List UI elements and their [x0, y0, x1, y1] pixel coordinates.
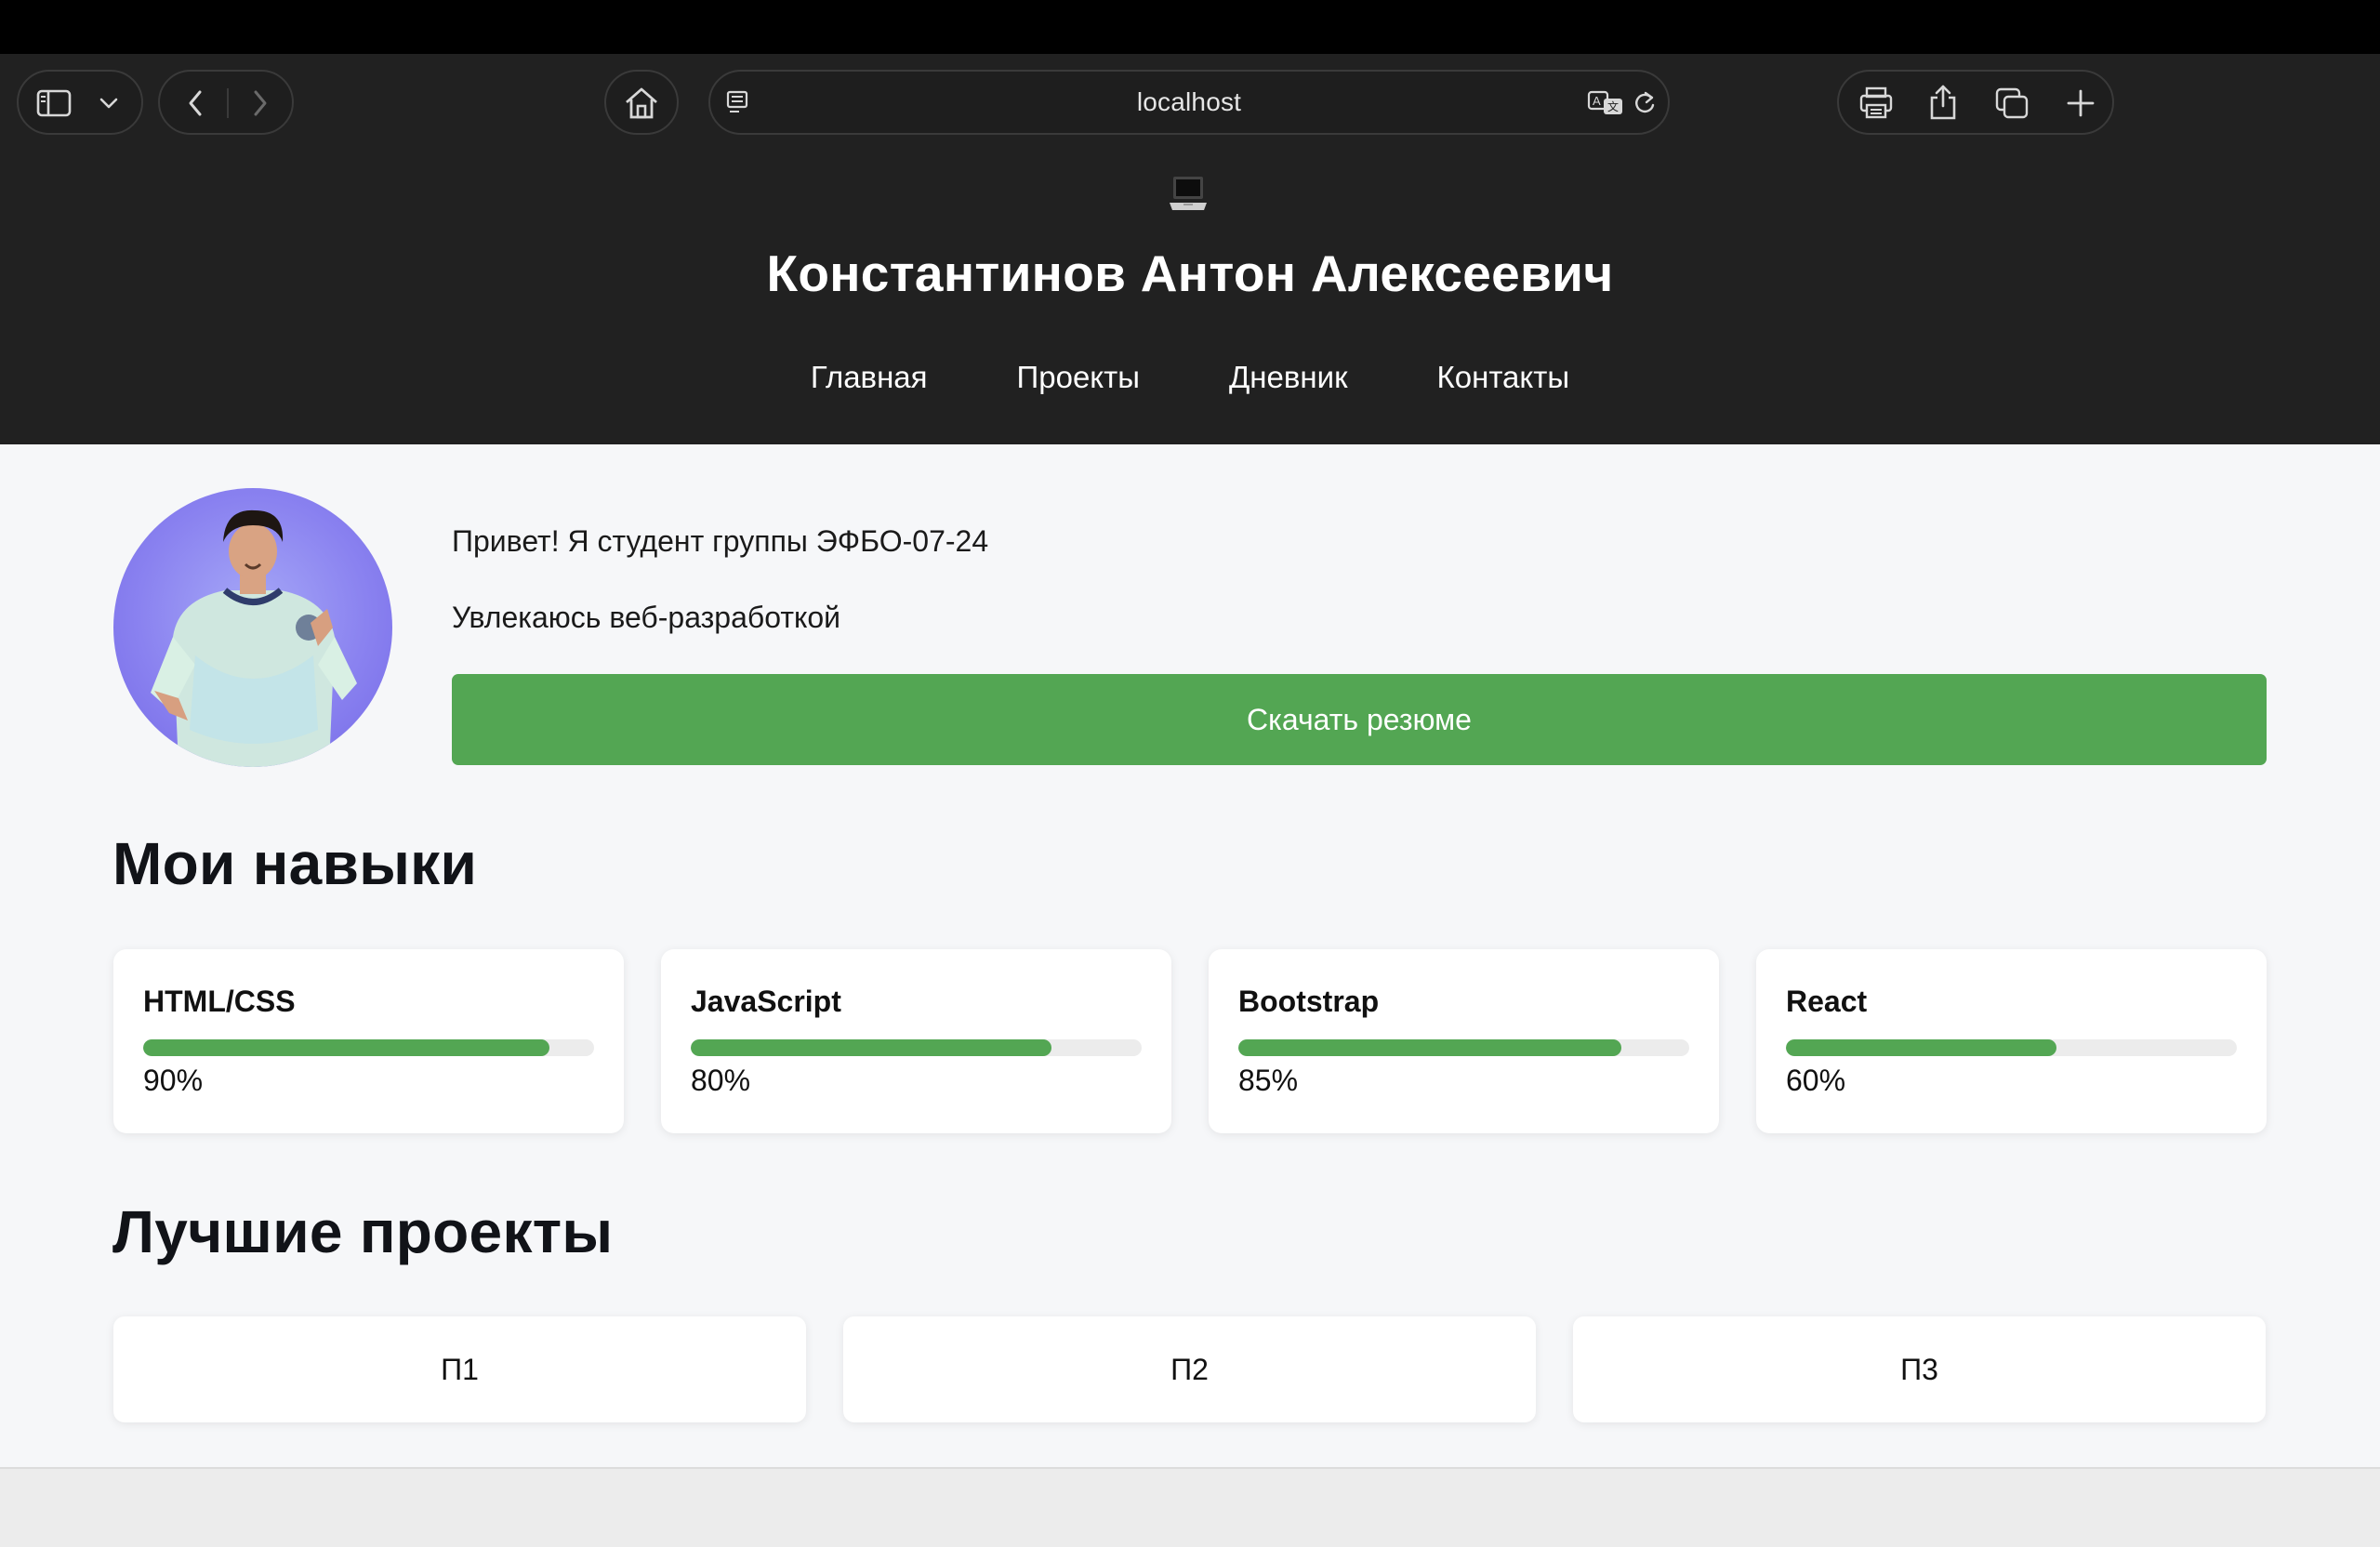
main-content: Привет! Я студент группы ЭФБО-07-24 Увле…	[0, 444, 2380, 1467]
chevron-down-icon[interactable]	[95, 90, 123, 116]
translate-icon[interactable]: A文	[1586, 88, 1625, 118]
site-header: Константинов Антон Алексеевич Главная Пр…	[0, 151, 2380, 444]
reload-icon[interactable]	[1631, 88, 1659, 118]
address-text[interactable]: localhost	[710, 72, 1668, 133]
sidebar-icon[interactable]	[35, 86, 73, 120]
nav-contacts[interactable]: Контакты	[1437, 360, 1570, 395]
skill-percent: 85%	[1238, 1064, 1299, 1097]
skill-percent: 90%	[143, 1064, 204, 1097]
project-card-1[interactable]: П1	[113, 1316, 806, 1422]
menu-bar-strip	[0, 0, 2380, 54]
download-resume-button[interactable]: Скачать резюме	[452, 674, 2267, 765]
projects-heading: Лучшие проекты	[112, 1198, 614, 1265]
project-card-2[interactable]: П2	[843, 1316, 1536, 1422]
address-bar[interactable]: localhost A文	[708, 70, 1670, 135]
skill-progress-fill	[1786, 1039, 2056, 1056]
skill-progress-track	[1786, 1039, 2237, 1056]
skill-card: React 60%	[1756, 949, 2267, 1133]
sidebar-controls	[17, 70, 143, 135]
page-actions	[1837, 70, 2114, 135]
skill-card: HTML/CSS 90%	[113, 949, 624, 1133]
history-controls	[158, 70, 294, 135]
tabs-icon[interactable]	[1993, 85, 2030, 122]
main-nav: Главная Проекты Дневник Контакты	[0, 360, 2380, 395]
divider	[227, 88, 229, 118]
skill-progress-track	[143, 1039, 594, 1056]
skill-progress-fill	[1238, 1039, 1622, 1056]
intro-hobby: Увлекаюсь веб-разработкой	[452, 601, 840, 634]
skill-name: React	[1786, 985, 1868, 1018]
skill-name: Bootstrap	[1238, 985, 1380, 1018]
home-button[interactable]	[604, 70, 679, 135]
skill-percent: 80%	[691, 1064, 751, 1097]
nav-home[interactable]: Главная	[811, 360, 928, 395]
nav-diary[interactable]: Дневник	[1229, 360, 1348, 395]
svg-text:文: 文	[1607, 99, 1619, 113]
svg-text:A: A	[1593, 94, 1601, 108]
skill-progress-track	[691, 1039, 1142, 1056]
intro-greeting: Привет! Я студент группы ЭФБО-07-24	[452, 524, 989, 558]
nav-projects[interactable]: Проекты	[1017, 360, 1140, 395]
page-bottom-divider	[0, 1467, 2380, 1469]
skills-heading: Мои навыки	[112, 830, 478, 897]
skill-card: JavaScript 80%	[661, 949, 1171, 1133]
laptop-icon	[1170, 175, 1207, 214]
chevron-right-icon[interactable]	[244, 86, 277, 120]
avatar	[113, 488, 392, 767]
plus-icon[interactable]	[2062, 85, 2099, 122]
skill-name: HTML/CSS	[143, 985, 296, 1018]
browser-toolbar: localhost A文	[0, 54, 2380, 151]
project-card-3[interactable]: П3	[1573, 1316, 2266, 1422]
home-icon	[623, 85, 660, 122]
printer-icon[interactable]	[1858, 85, 1895, 122]
skill-percent: 60%	[1786, 1064, 1846, 1097]
skill-progress-fill	[143, 1039, 549, 1056]
chevron-left-icon[interactable]	[178, 86, 212, 120]
skill-progress-track	[1238, 1039, 1689, 1056]
site-title: Константинов Антон Алексеевич	[766, 245, 1614, 302]
skill-progress-fill	[691, 1039, 1051, 1056]
share-icon[interactable]	[1924, 83, 1962, 122]
skill-name: JavaScript	[691, 985, 841, 1018]
skill-card: Bootstrap 85%	[1209, 949, 1719, 1133]
